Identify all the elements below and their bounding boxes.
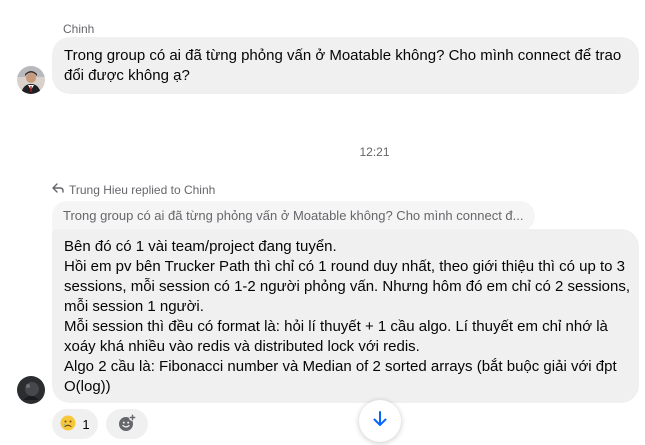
message-text-line: Bên đó có 1 vài team/project đang tuyển.	[64, 238, 337, 255]
sad-face-icon	[60, 415, 76, 434]
message-text-line: O(log))	[64, 378, 111, 395]
message-text-line: đổi được không ạ?	[64, 67, 190, 84]
avatar[interactable]	[17, 376, 45, 404]
message-text-line: Hồi em pv bên Trucker Path thì chỉ có 1 …	[64, 258, 625, 275]
message-sender-name: Chinh	[63, 22, 95, 36]
message-text-line: Trong group có ai đã từng phỏng vấn ở Mo…	[64, 47, 622, 64]
message-text-line: Algo 2 cầu là: Fibonacci number và Media…	[64, 358, 617, 375]
scroll-down-icon	[371, 410, 389, 433]
timestamp-text: 12:21	[359, 145, 390, 159]
reaction-count: 1	[82, 416, 90, 432]
message-bubble[interactable]: Trong group có ai đã từng phỏng vấn ở Mo…	[52, 37, 639, 94]
quoted-message[interactable]: Trong group có ai đã từng phỏng vấn ở Mo…	[52, 201, 535, 231]
reaction-pill[interactable]: 1	[52, 409, 98, 439]
reply-arrow-icon	[52, 182, 64, 197]
reply-note-text: Trung Hieu replied to Chinh	[69, 182, 216, 197]
message-text-line: Mỗi session thì đều có format là: hỏi lí…	[64, 318, 608, 335]
message-text-line: sessions, mỗi session có 1-2 người phỏng…	[64, 278, 631, 295]
reply-note: Trung Hieu replied to Chinh	[52, 182, 215, 197]
scroll-to-bottom-button[interactable]	[359, 400, 401, 442]
reply-message-bubble[interactable]: Bên đó có 1 vài team/project đang tuyển.…	[52, 229, 639, 403]
add-reaction-icon	[117, 413, 137, 436]
message-text-line: mỗi session 1 người.	[64, 298, 204, 315]
avatar[interactable]	[17, 66, 45, 94]
add-reaction-button[interactable]	[106, 409, 148, 439]
timestamp-divider: 12:21	[0, 145, 645, 159]
message-text-line: xoáy khá nhiều vào redis và distributed …	[64, 338, 420, 355]
